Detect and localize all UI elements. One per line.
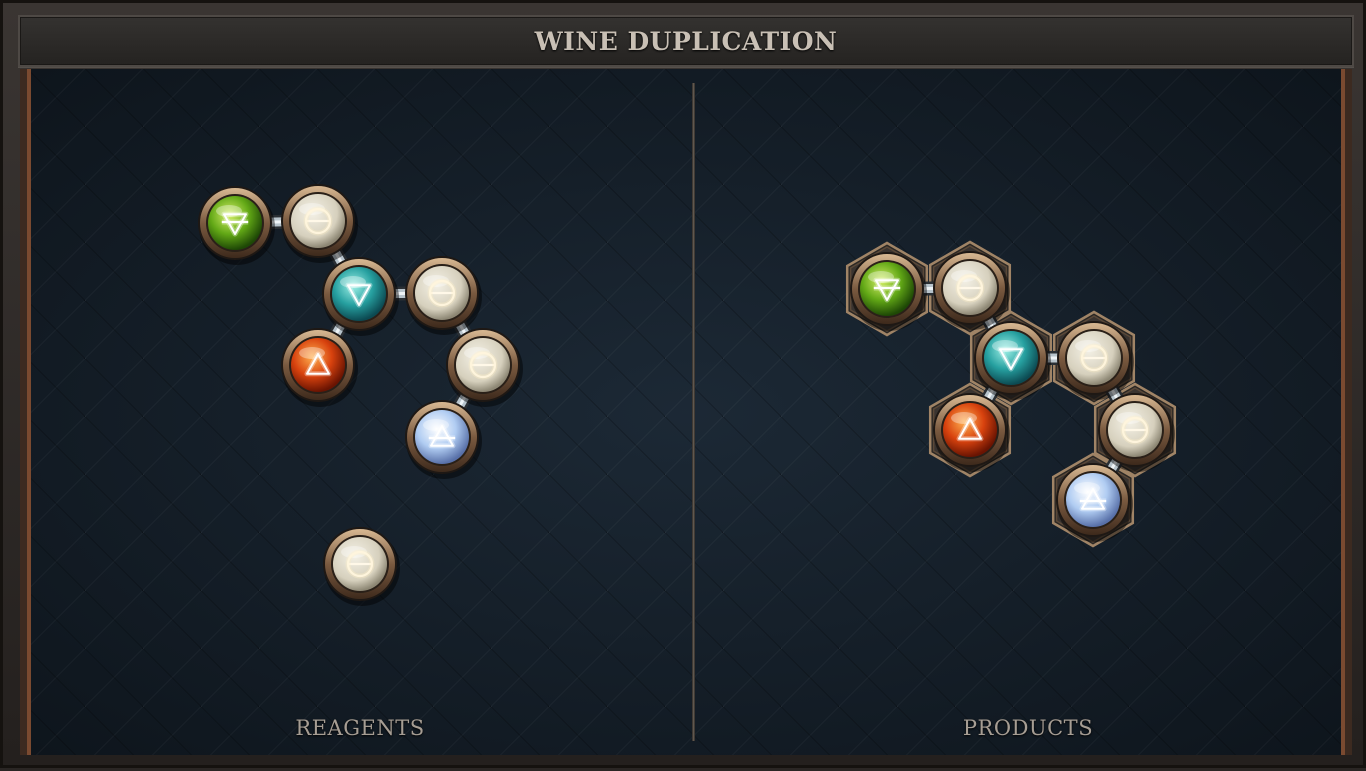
reagent-atom-air xyxy=(405,400,482,479)
reagent-atom-earth xyxy=(198,186,275,265)
reagent-atom-fire xyxy=(281,328,358,407)
reagent-atom-salt xyxy=(281,184,358,263)
reagent-atom-salt xyxy=(323,527,400,606)
reagent-atom-water xyxy=(322,257,399,336)
reagent-atom-salt xyxy=(446,328,523,407)
reagent-atom-salt xyxy=(405,256,482,335)
puzzle-frame: WINE DUPLICATION REAGENTS PRODUCTS xyxy=(0,0,1366,768)
molecules-layer xyxy=(198,184,1177,606)
